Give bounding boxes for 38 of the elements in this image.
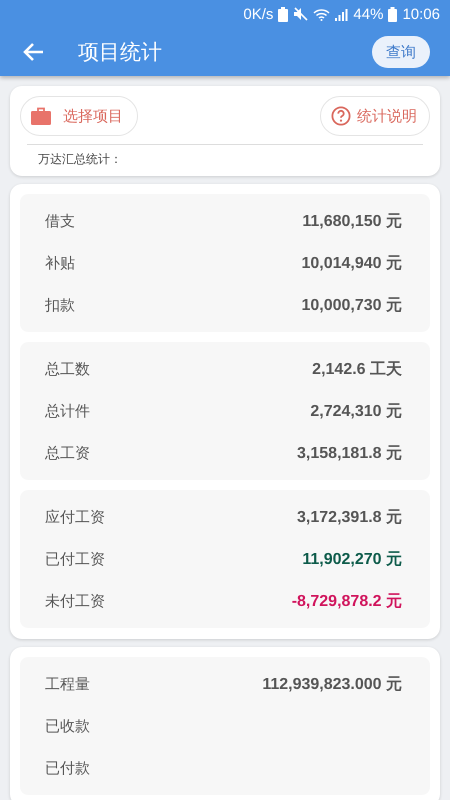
- stat-label: 未付工资: [45, 592, 105, 610]
- help-icon: [331, 106, 351, 126]
- stat-value: 11,680,150 元: [302, 212, 402, 232]
- stat-label: 总工资: [45, 444, 90, 462]
- mute-icon: [293, 7, 308, 21]
- stat-value: 3,158,181.8 元: [297, 444, 402, 464]
- select-project-button[interactable]: 选择项目: [20, 96, 138, 136]
- stat-label: 扣款: [45, 296, 75, 314]
- stat-value: 10,000,730 元: [301, 296, 402, 316]
- clock-time: 10:06: [402, 6, 440, 22]
- stat-label: 已付工资: [45, 550, 105, 568]
- stat-value: 2,142.6 工天: [312, 360, 402, 380]
- stat-label: 应付工资: [45, 508, 105, 526]
- battery-percentage: 44%: [353, 6, 384, 22]
- stat-label: 借支: [45, 212, 75, 230]
- stat-value: 3,172,391.8 元: [297, 508, 402, 528]
- stat-value: 112,939,823.000 元: [262, 674, 402, 694]
- network-speed: 0K/s: [243, 6, 274, 22]
- stat-value: -8,729,878.2 元: [292, 592, 402, 612]
- stat-label: 总计件: [45, 402, 90, 420]
- stat-value: 2,724,310 元: [310, 402, 402, 422]
- battery-saver-icon: [278, 6, 288, 22]
- stat-label: 总工数: [45, 360, 90, 378]
- stat-label: 已收款: [45, 716, 90, 736]
- stat-label: 已付款: [45, 758, 90, 778]
- wifi-icon: [313, 8, 330, 20]
- battery-icon: [388, 6, 398, 22]
- signal-icon: [335, 8, 348, 20]
- page-title: 项目统计: [78, 39, 163, 66]
- stat-value: 10,014,940 元: [301, 254, 402, 274]
- briefcase-icon: [31, 107, 51, 125]
- stats-help-button[interactable]: 统计说明: [320, 96, 430, 136]
- stat-label: 补贴: [45, 254, 75, 272]
- stat-value: 11,902,270 元: [302, 550, 402, 570]
- stat-label: 工程量: [45, 674, 90, 694]
- query-button[interactable]: 查询: [372, 36, 430, 68]
- summary-label: 万达汇总统计：: [37, 151, 123, 168]
- back-arrow-icon[interactable]: [22, 42, 44, 62]
